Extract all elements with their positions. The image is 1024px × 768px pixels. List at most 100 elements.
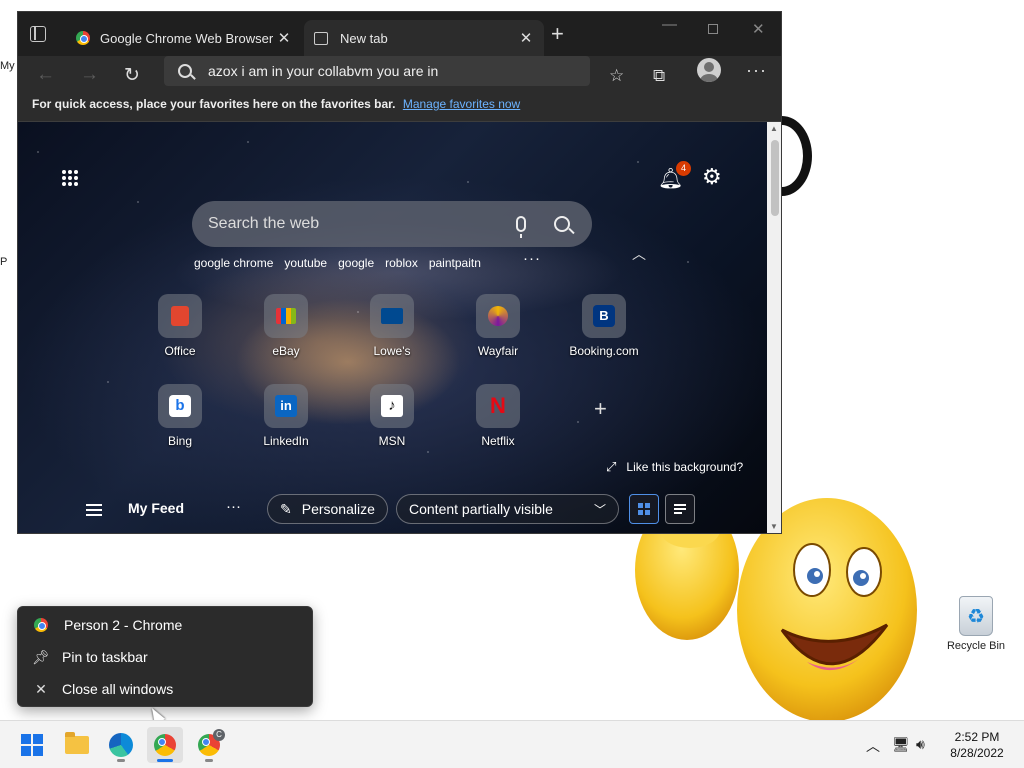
app-launcher-icon[interactable]	[62, 170, 78, 186]
settings-gear-icon[interactable]: ⚙	[702, 164, 722, 190]
tile-label: Bing	[167, 434, 193, 448]
tab-title: Google Chrome Web Browser	[100, 30, 274, 46]
quick-search-link[interactable]: roblox	[385, 256, 418, 270]
jump-list-item-person2-chrome[interactable]: Person 2 - Chrome	[32, 613, 302, 637]
tile-label: Office	[164, 344, 196, 358]
back-icon[interactable]: ←	[36, 64, 55, 86]
chevron-down-icon: ﹀	[593, 502, 606, 517]
file-explorer-button[interactable]	[59, 727, 95, 763]
quick-search-link[interactable]: youtube	[284, 256, 327, 270]
windows-logo-icon	[21, 734, 43, 756]
tile-label: eBay	[272, 344, 300, 358]
new-tab-button[interactable]: +	[551, 23, 564, 45]
chrome-profile-taskbar-button[interactable]: C	[191, 727, 227, 763]
like-background-link[interactable]: ⤢ Like this background?	[606, 459, 743, 475]
jump-list-item-close-all-windows[interactable]: ✕ Close all windows	[32, 677, 302, 701]
menu-icon[interactable]	[86, 504, 102, 519]
jump-list-item-pin-to-taskbar[interactable]: 📌︎ Pin to taskbar	[32, 645, 302, 669]
tile-label: Booking.com	[569, 344, 639, 358]
refresh-icon[interactable]: ↻	[124, 64, 140, 87]
search-icon[interactable]	[554, 216, 570, 232]
jump-list-label: Close all windows	[62, 681, 174, 697]
close-tab-icon[interactable]: ✕	[518, 29, 534, 47]
quick-search-link[interactable]: google chrome	[194, 256, 273, 270]
feed-bar: My Feed ··· ✎ Personalize Content partia…	[18, 492, 767, 533]
show-hidden-icons-chevron-up-icon[interactable]: ︿	[866, 736, 880, 756]
maximize-button[interactable]	[708, 24, 718, 34]
tile-booking[interactable]: B Booking.com	[559, 294, 649, 358]
tab-strip: Google Chrome Web Browser ✕ New tab ✕ + …	[18, 12, 781, 56]
tile-ebay[interactable]: eBay	[241, 294, 331, 358]
scrollbar-thumb[interactable]	[771, 140, 779, 216]
recycle-bin[interactable]: Recycle Bin	[942, 596, 1010, 652]
scroll-down-icon[interactable]: ▼	[770, 522, 778, 531]
tile-netflix[interactable]: N Netflix	[453, 384, 543, 448]
collections-icon[interactable]: ⧉	[653, 66, 665, 86]
tile-label: Lowe's	[373, 344, 411, 358]
desktop-icon-label-partial[interactable]: P	[0, 256, 7, 268]
tile-wayfair[interactable]: Wayfair	[453, 294, 543, 358]
jump-list-label: Pin to taskbar	[62, 649, 148, 665]
clock[interactable]: 2:52 PM 8/28/2022	[944, 729, 1010, 761]
quick-search-link[interactable]: paintpaitn	[429, 256, 481, 270]
tile-linkedin[interactable]: in LinkedIn	[241, 384, 331, 448]
close-window-button[interactable]: ✕	[752, 20, 765, 38]
more-options-icon[interactable]: ···	[746, 60, 767, 81]
address-input[interactable]	[208, 63, 590, 79]
volume-icon[interactable]: 🔊︎	[916, 736, 925, 753]
edge-button[interactable]	[103, 727, 139, 763]
profile-badge: C	[213, 729, 225, 741]
network-icon[interactable]: 🖥︎	[892, 736, 910, 753]
chrome-icon	[154, 734, 176, 756]
running-indicator	[117, 759, 125, 762]
folder-icon	[65, 732, 89, 754]
more-searches-icon[interactable]: ···	[523, 250, 541, 267]
tab-google-chrome[interactable]: Google Chrome Web Browser ✕	[66, 20, 302, 56]
quick-search-link[interactable]: google	[338, 256, 374, 270]
feed-more-icon[interactable]: ···	[226, 498, 241, 515]
collapse-chevron-up-icon[interactable]: ︿	[632, 244, 646, 264]
microphone-icon[interactable]	[516, 216, 526, 238]
web-search-box[interactable]: Search the web	[192, 201, 592, 247]
like-background-label: Like this background?	[626, 460, 744, 474]
scroll-up-icon[interactable]: ▲	[770, 124, 778, 133]
favorites-icon[interactable]: ☆	[609, 66, 624, 86]
tile-lowes[interactable]: Lowe's	[347, 294, 437, 358]
wayfair-icon	[476, 294, 520, 338]
booking-icon: B	[582, 294, 626, 338]
office-icon	[158, 294, 202, 338]
start-button[interactable]	[14, 727, 50, 763]
tile-bing[interactable]: b Bing	[135, 384, 225, 448]
tile-label: LinkedIn	[263, 434, 309, 448]
clock-date: 8/28/2022	[950, 746, 1004, 760]
tile-msn[interactable]: ♪ MSN	[347, 384, 437, 448]
tab-actions-icon[interactable]	[30, 26, 46, 42]
chrome-taskbar-button[interactable]	[147, 727, 183, 763]
add-shortcut-button[interactable]: +	[594, 396, 607, 422]
my-feed-label[interactable]: My Feed	[128, 500, 184, 516]
pencil-icon: ✎	[280, 500, 292, 517]
list-view-button[interactable]	[665, 494, 695, 524]
grid-view-button[interactable]	[629, 494, 659, 524]
vertical-scrollbar[interactable]: ▲ ▼	[767, 122, 781, 533]
tab-new-tab[interactable]: New tab ✕	[304, 20, 544, 56]
new-tab-page: 🔔︎ 4 ⚙ Search the web google chrome yout…	[18, 122, 767, 533]
profile-avatar[interactable]	[697, 58, 721, 82]
favorites-bar: For quick access, place your favorites h…	[18, 96, 781, 122]
search-placeholder: Search the web	[208, 215, 320, 232]
chrome-icon	[76, 31, 90, 45]
manage-favorites-link[interactable]: Manage favorites now	[403, 97, 520, 111]
content-visibility-dropdown[interactable]: Content partially visible ﹀	[396, 494, 619, 524]
personalize-button[interactable]: ✎ Personalize	[267, 494, 388, 524]
minimize-button[interactable]: —	[662, 16, 677, 33]
favorites-bar-message: For quick access, place your favorites h…	[32, 97, 396, 111]
pin-icon: 📌︎	[32, 648, 50, 665]
ebay-icon	[264, 294, 308, 338]
recycle-bin-icon	[959, 596, 993, 636]
tile-office[interactable]: Office	[135, 294, 225, 358]
close-tab-icon[interactable]: ✕	[276, 29, 292, 47]
search-icon	[178, 64, 192, 78]
forward-icon[interactable]: →	[80, 64, 99, 86]
address-bar[interactable]	[164, 56, 590, 86]
desktop-icon-label-partial[interactable]: My	[0, 60, 15, 72]
